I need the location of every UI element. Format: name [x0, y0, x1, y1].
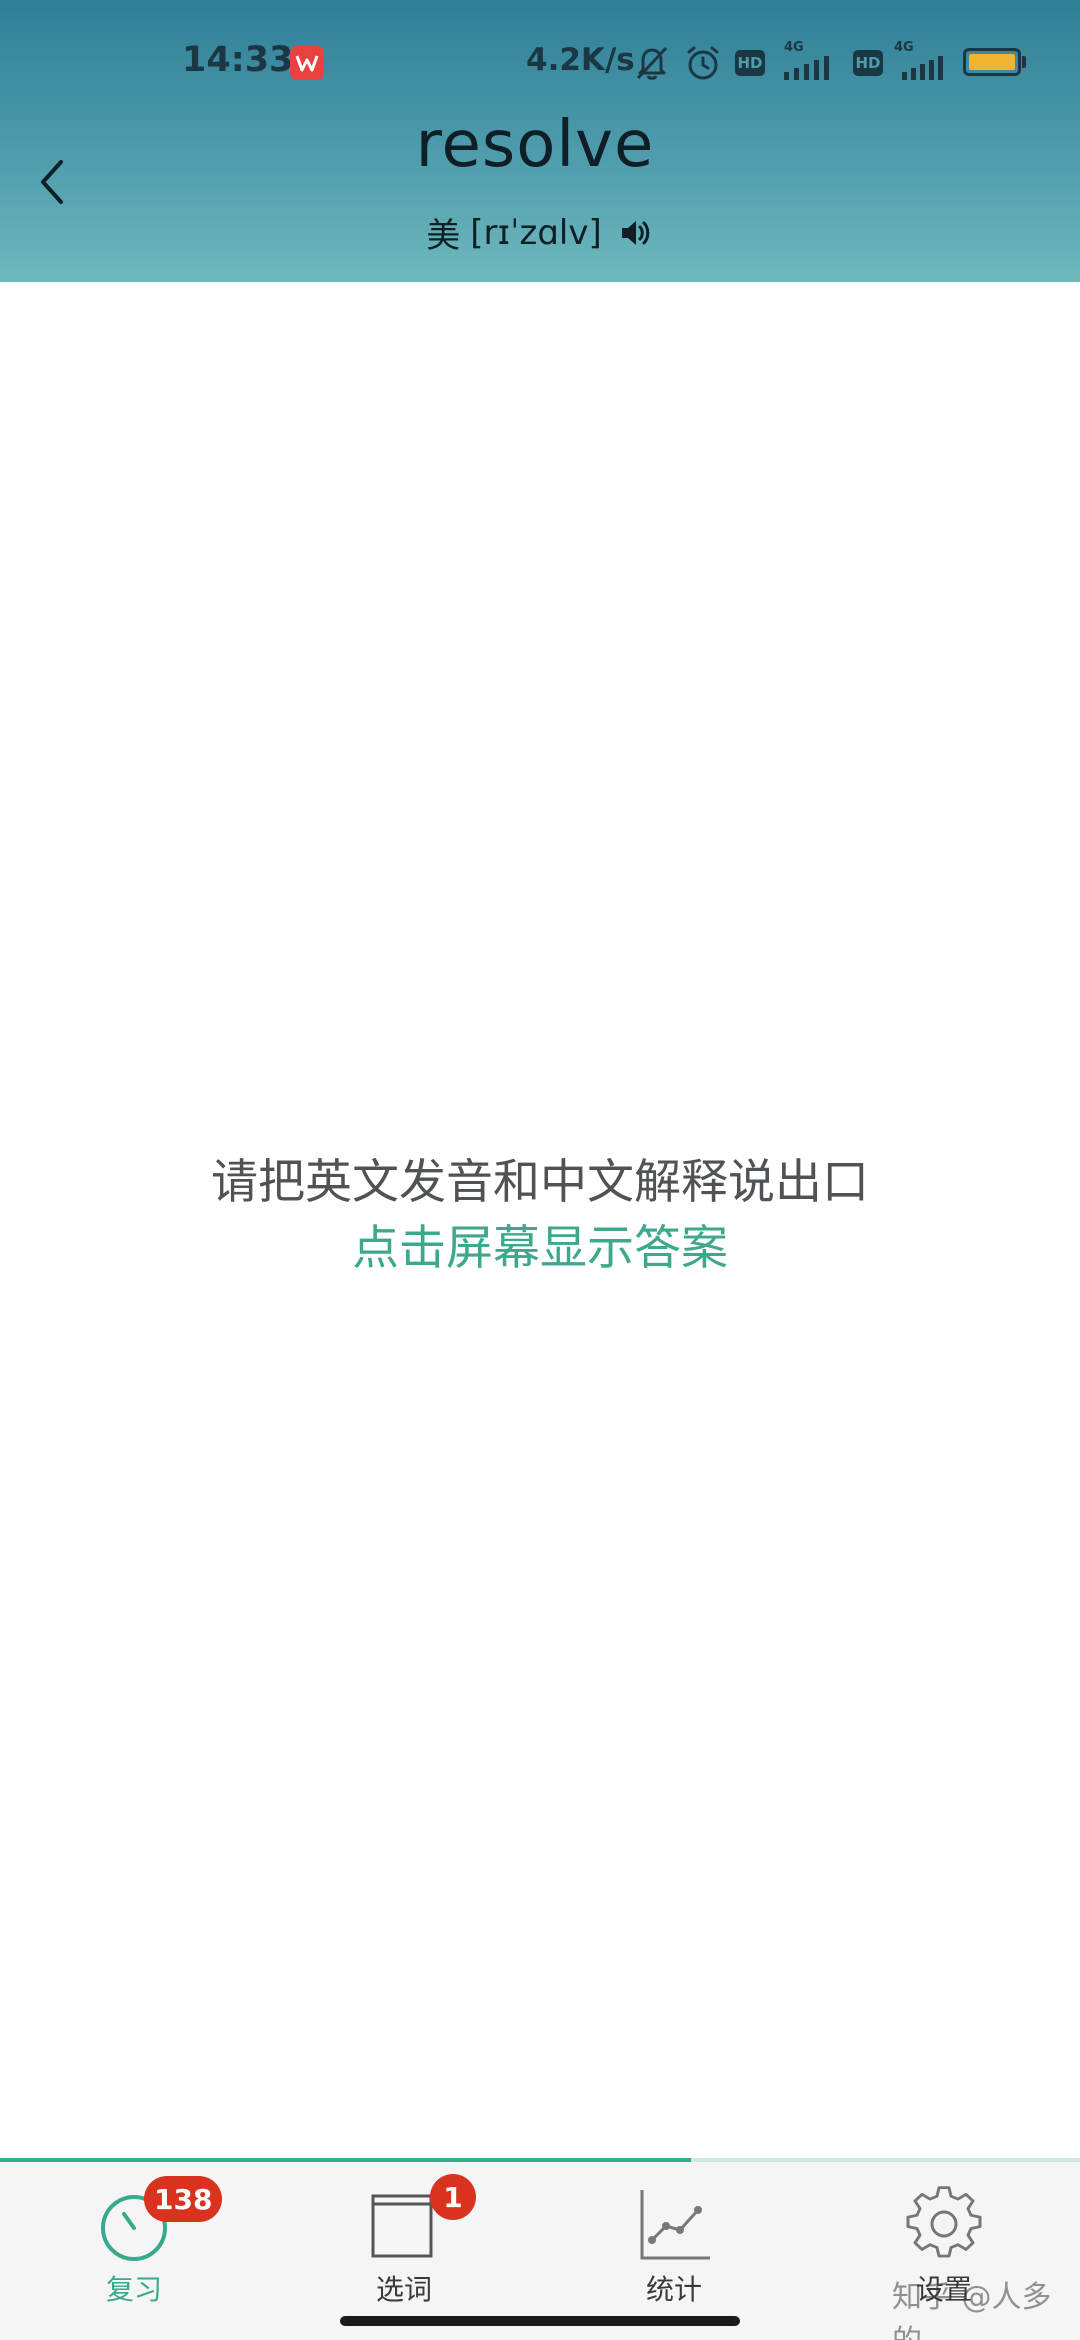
nav-select-words-label: 选词 [375, 2273, 432, 2306]
battery-icon [963, 48, 1021, 76]
header: 14:33 4.2K/s HD 4G HD 4G resolve 美 [rɪˈz… [0, 0, 1080, 282]
phonetic-row: 美 [rɪˈzɑlv] [0, 208, 1080, 257]
speaker-icon [621, 220, 649, 245]
hd-icon: HD [735, 50, 765, 76]
nav-statistics[interactable]: 统计 [574, 2178, 774, 2318]
wps-office-icon [290, 46, 324, 80]
alarm-icon [684, 44, 722, 86]
speaker-button[interactable] [618, 215, 654, 251]
battery-tip [1022, 56, 1026, 68]
answer-reveal-area[interactable]: 请把英文发音和中文解释说出口 点击屏幕显示答案 [0, 1150, 1080, 1282]
home-indicator[interactable] [340, 2316, 740, 2326]
status-time: 14:33 [182, 40, 294, 80]
signal-icon [900, 52, 948, 86]
word-title: resolve [415, 108, 655, 182]
line-chart-icon [640, 2190, 710, 2260]
nav-select-words[interactable]: 1 选词 [304, 2174, 504, 2318]
progress-track [0, 2158, 1080, 2162]
phonetic-text: [rɪˈzɑlv] [470, 212, 602, 253]
select-count-badge: 1 [430, 2174, 476, 2220]
net-speed: 4.2K/s [526, 42, 635, 78]
instruction-text: 请把英文发音和中文解释说出口 [211, 1155, 869, 1210]
hd-icon: HD [853, 50, 883, 76]
review-count-badge: 138 [144, 2176, 223, 2222]
nav-review[interactable]: 138 复习 [34, 2176, 234, 2318]
progress-fill [0, 2158, 692, 2162]
gear-icon [906, 2186, 982, 2258]
phonetic-region: 美 [426, 216, 461, 256]
nav-review-label: 复习 [105, 2273, 162, 2306]
screen[interactable]: 14:33 4.2K/s HD 4G HD 4G resolve 美 [rɪˈz… [0, 0, 1080, 2340]
tap-to-reveal-hint[interactable]: 点击屏幕显示答案 [0, 1216, 1080, 1282]
nav-statistics-label: 统计 [645, 2273, 702, 2306]
signal-icon [782, 52, 838, 86]
status-bar: 14:33 4.2K/s HD 4G HD 4G [0, 30, 1080, 94]
watermark: 知乎 @人多的 [892, 2280, 1052, 2340]
bell-off-icon [634, 44, 670, 86]
